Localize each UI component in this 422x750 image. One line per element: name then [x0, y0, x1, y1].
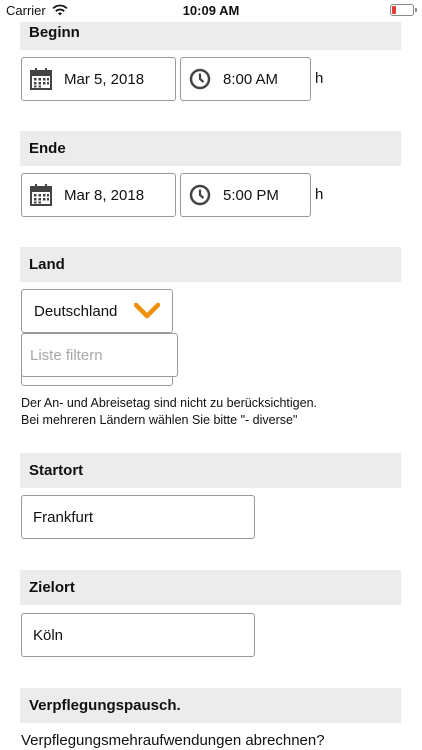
hint-line: Bei mehreren Ländern wählen Sie bitte "-…	[21, 413, 298, 427]
section-header-zielort: Zielort	[20, 570, 401, 605]
section-title: Zielort	[29, 579, 75, 596]
section-header-verpflegung: Verpflegungspausch.	[20, 688, 401, 723]
calendar-icon	[30, 68, 52, 90]
section-title: Land	[29, 256, 65, 273]
section-header-land: Land	[20, 247, 401, 282]
time-value: 8:00 AM	[223, 70, 279, 88]
zielort-input[interactable]: Köln	[21, 613, 255, 657]
section-header-ende: Ende	[20, 131, 401, 166]
date-value: Mar 5, 2018	[64, 70, 145, 88]
status-bar: Carrier 10:09 AM	[0, 0, 422, 22]
startort-input[interactable]: Frankfurt	[21, 495, 255, 539]
calendar-icon	[30, 184, 52, 206]
time-value: 5:00 PM	[223, 186, 279, 204]
country-select[interactable]: Deutschland	[21, 289, 173, 333]
ende-date-field[interactable]: Mar 8, 2018	[21, 173, 176, 217]
battery-icon	[390, 4, 417, 16]
clock-icon	[189, 184, 211, 206]
section-title: Ende	[29, 140, 66, 157]
ende-time-field[interactable]: 5:00 PM	[180, 173, 311, 217]
beginn-time-field[interactable]: 8:00 AM	[180, 57, 311, 101]
country-hint: Der An- und Abreisetag sind nicht zu ber…	[21, 395, 317, 429]
verpflegung-question: Verpflegungsmehraufwendungen abrechnen?	[21, 732, 325, 749]
chevron-down-icon[interactable]	[134, 302, 160, 320]
country-filter-input[interactable]	[21, 333, 178, 377]
section-title: Startort	[29, 462, 84, 479]
clock-time: 10:09 AM	[182, 3, 240, 18]
clock-icon	[189, 68, 211, 90]
section-title: Verpflegungspausch.	[29, 697, 181, 714]
date-value: Mar 8, 2018	[64, 186, 145, 204]
country-selected-value: Deutschland	[34, 302, 118, 320]
section-header-startort: Startort	[20, 453, 401, 488]
hours-unit: h	[315, 70, 324, 87]
section-title: Beginn	[29, 24, 80, 41]
hours-unit: h	[315, 186, 324, 203]
beginn-date-field[interactable]: Mar 5, 2018	[21, 57, 176, 101]
hint-line: Der An- und Abreisetag sind nicht zu ber…	[21, 396, 318, 410]
